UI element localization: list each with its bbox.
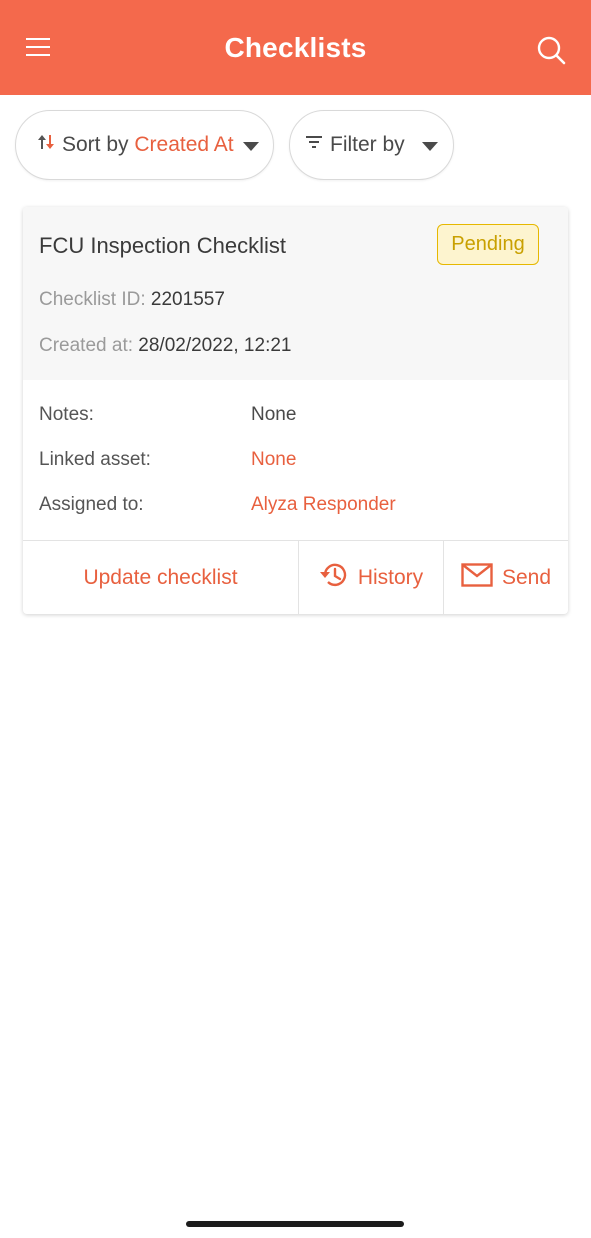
chevron-down-icon <box>243 142 259 151</box>
history-button[interactable]: History <box>298 541 443 614</box>
checklist-card[interactable]: FCU Inspection Checklist Pending Checkli… <box>23 207 568 614</box>
checklist-title: FCU Inspection Checklist <box>39 233 286 258</box>
home-indicator <box>186 1221 404 1227</box>
notes-label: Notes: <box>39 404 94 425</box>
checklist-id: Checklist ID: 2201557 <box>39 289 225 310</box>
status-badge: Pending <box>437 224 539 265</box>
send-label: Send <box>501 566 552 589</box>
history-label: History <box>357 566 424 589</box>
assigned-to-label: Assigned to: <box>39 494 144 515</box>
filter-button[interactable]: Filter by <box>289 110 454 180</box>
linked-asset-link[interactable]: None <box>251 449 296 471</box>
search-icon[interactable] <box>537 36 571 70</box>
card-header: FCU Inspection Checklist Pending Checkli… <box>23 207 568 380</box>
created-at: Created at: 28/02/2022, 12:21 <box>39 335 292 356</box>
mail-icon <box>461 563 502 593</box>
sort-label: Sort by <box>62 133 129 156</box>
assigned-to-link[interactable]: Alyza Responder <box>251 494 396 516</box>
page-title: Checklists <box>224 31 367 63</box>
card-actions: Update checklist History Send <box>23 540 568 614</box>
hamburger-menu-icon[interactable] <box>26 36 58 62</box>
filter-label: Filter by <box>330 133 405 156</box>
filter-icon <box>304 133 324 157</box>
send-button[interactable]: Send <box>443 541 568 614</box>
sort-icon <box>36 132 56 158</box>
notes-value: None <box>251 404 297 425</box>
sort-value: Created At <box>134 133 234 156</box>
app-bar: Checklists <box>0 0 591 95</box>
linked-asset-label: Linked asset: <box>39 449 151 470</box>
sort-button[interactable]: Sort by Created At <box>15 110 274 180</box>
update-checklist-button[interactable]: Update checklist <box>23 541 298 614</box>
history-icon <box>319 561 358 595</box>
update-checklist-label: Update checklist <box>83 566 238 589</box>
chevron-down-icon <box>422 142 438 151</box>
